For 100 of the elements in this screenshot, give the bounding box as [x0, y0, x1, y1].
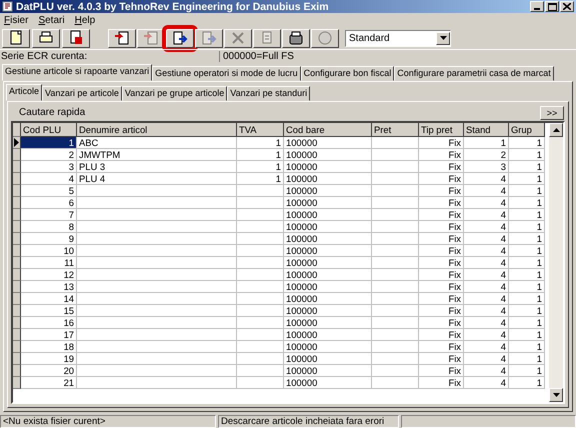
- column-header[interactable]: Cod bare: [284, 123, 372, 137]
- column-header[interactable]: TVA: [237, 123, 284, 137]
- row-header[interactable]: [13, 257, 21, 269]
- status-text: <Nu exista fisier curent>: [0, 415, 216, 428]
- table-cell: Fix: [419, 281, 464, 293]
- row-header[interactable]: [13, 317, 21, 329]
- table-cell: 1: [509, 377, 545, 389]
- table-cell: [372, 377, 419, 389]
- table-cell: 17: [21, 329, 77, 341]
- table-cell: 100000: [284, 161, 372, 173]
- table-cell: [237, 353, 284, 365]
- document-icon: [68, 30, 84, 46]
- table-cell: [372, 353, 419, 365]
- toolbar-button[interactable]: [108, 28, 136, 48]
- row-header[interactable]: [13, 329, 21, 341]
- column-header[interactable]: Pret: [372, 123, 419, 137]
- table-cell: [372, 197, 419, 209]
- minimize-button[interactable]: [530, 1, 544, 12]
- column-header[interactable]: Stand: [464, 123, 509, 137]
- table-cell: [237, 221, 284, 233]
- vertical-scrollbar[interactable]: [549, 123, 563, 402]
- row-header[interactable]: [13, 197, 21, 209]
- table-cell: [372, 149, 419, 161]
- table-cell: 1: [509, 269, 545, 281]
- row-header[interactable]: [13, 161, 21, 173]
- tab[interactable]: Configurare bon fiscal: [300, 66, 394, 81]
- column-header[interactable]: Cod PLU: [21, 123, 77, 137]
- table-cell: 100000: [284, 269, 372, 281]
- table-cell: 12: [21, 269, 77, 281]
- table-cell: Fix: [419, 197, 464, 209]
- table-cell: 13: [21, 281, 77, 293]
- table-cell: 4: [464, 329, 509, 341]
- row-header[interactable]: [13, 185, 21, 197]
- table-cell: 1: [509, 209, 545, 221]
- tab[interactable]: Configurare parametrii casa de marcat: [394, 66, 554, 81]
- close-button[interactable]: [560, 1, 574, 12]
- table-cell: 100000: [284, 257, 372, 269]
- table-cell: [237, 341, 284, 353]
- table-cell: [237, 257, 284, 269]
- tab[interactable]: Articole: [6, 84, 42, 101]
- menu-item[interactable]: Setari: [38, 14, 65, 26]
- table-cell: 1: [509, 185, 545, 197]
- row-header[interactable]: [13, 209, 21, 221]
- up-arrow-icon: [552, 128, 560, 132]
- table-cell: 1: [509, 281, 545, 293]
- search-label: Cautare rapida: [19, 107, 86, 118]
- row-header[interactable]: [13, 173, 21, 185]
- table-cell: 1: [237, 137, 284, 149]
- row-header[interactable]: [13, 365, 21, 377]
- table-cell: Fix: [419, 161, 464, 173]
- table-cell: 6: [21, 197, 77, 209]
- table-cell: 1: [464, 137, 509, 149]
- row-header[interactable]: [13, 245, 21, 257]
- tab[interactable]: Vanzari pe articole: [42, 86, 122, 101]
- column-header[interactable]: Tip pret: [419, 123, 464, 137]
- row-header[interactable]: [13, 149, 21, 161]
- document-arrow-icon: [201, 30, 217, 46]
- tab[interactable]: Vanzari pe grupe articole: [122, 86, 228, 101]
- row-header[interactable]: [13, 377, 21, 389]
- table-cell: [372, 257, 419, 269]
- menu-item[interactable]: Help: [74, 14, 96, 26]
- table-cell: 4: [464, 377, 509, 389]
- table-cell: PLU 3: [77, 161, 237, 173]
- dropdown[interactable]: Standard: [345, 30, 451, 46]
- toolbar-button[interactable]: [2, 28, 30, 48]
- table-cell: 1: [509, 197, 545, 209]
- table-cell: 4: [464, 353, 509, 365]
- table-cell: 1: [237, 149, 284, 161]
- table-cell: [372, 269, 419, 281]
- table-cell: 18: [21, 341, 77, 353]
- row-header[interactable]: [13, 305, 21, 317]
- row-header[interactable]: [13, 269, 21, 281]
- tab[interactable]: Vanzari pe standuri: [227, 86, 310, 101]
- app-icon: [2, 1, 13, 12]
- row-header[interactable]: [13, 293, 21, 305]
- row-header[interactable]: [13, 281, 21, 293]
- row-header[interactable]: [13, 233, 21, 245]
- table-cell: [237, 269, 284, 281]
- table-cell: 1: [509, 293, 545, 305]
- table-cell: [237, 281, 284, 293]
- tab[interactable]: Gestiune operatori si mode de lucru: [152, 66, 301, 81]
- tab[interactable]: Gestiune articole si rapoarte vanzari: [2, 64, 152, 81]
- row-header[interactable]: [13, 341, 21, 353]
- menu-item[interactable]: Fisier: [4, 14, 28, 26]
- table-cell: Fix: [419, 317, 464, 329]
- table-cell: [372, 233, 419, 245]
- table-cell: Fix: [419, 329, 464, 341]
- toolbar-button[interactable]: [32, 28, 60, 48]
- table-cell: 4: [464, 185, 509, 197]
- series-label: Serie ECR curenta:: [0, 50, 88, 62]
- toolbar-button[interactable]: [62, 28, 90, 48]
- expand-button[interactable]: >>: [540, 106, 564, 120]
- column-header[interactable]: Grup: [509, 123, 545, 137]
- row-header[interactable]: [13, 137, 21, 149]
- maximize-button[interactable]: [545, 1, 559, 12]
- toolbar-button[interactable]: [282, 28, 310, 48]
- row-header[interactable]: [13, 221, 21, 233]
- column-header[interactable]: Denumire articol: [77, 123, 237, 137]
- row-header[interactable]: [13, 353, 21, 365]
- table-cell: 11: [21, 257, 77, 269]
